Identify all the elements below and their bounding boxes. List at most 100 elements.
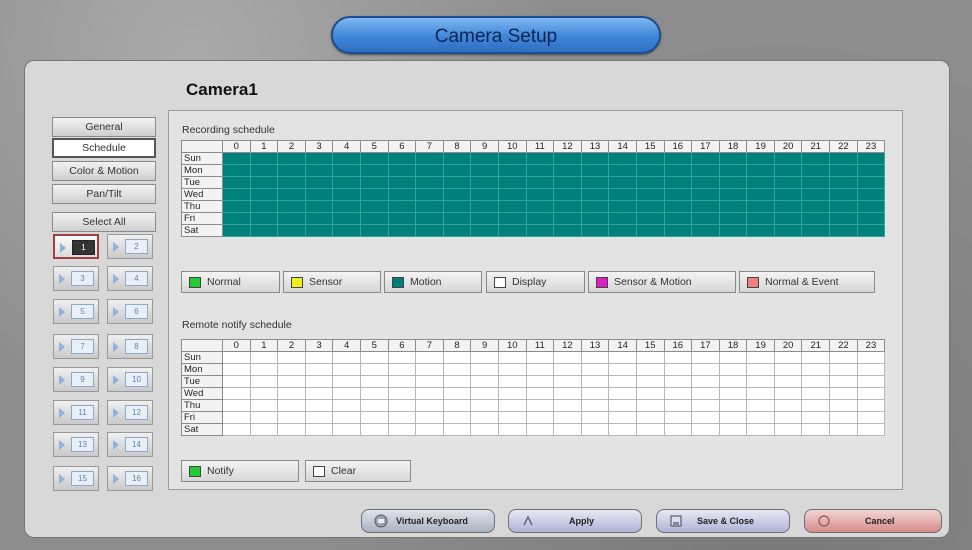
select-all-button[interactable]: Select All xyxy=(52,212,156,232)
schedule-cell[interactable] xyxy=(718,399,748,412)
schedule-cell[interactable] xyxy=(608,387,637,400)
schedule-cell[interactable] xyxy=(332,387,361,400)
hour-header[interactable]: 22 xyxy=(829,140,858,153)
schedule-cell[interactable] xyxy=(691,200,720,213)
schedule-cell[interactable] xyxy=(580,363,610,376)
schedule-cell[interactable] xyxy=(304,212,334,225)
schedule-cell[interactable] xyxy=(332,363,361,376)
hour-header[interactable]: 12 xyxy=(553,339,582,352)
schedule-cell[interactable] xyxy=(746,164,775,177)
schedule-cell[interactable] xyxy=(332,152,361,165)
schedule-cell[interactable] xyxy=(415,399,444,412)
hour-header[interactable]: 8 xyxy=(442,140,472,153)
schedule-cell[interactable] xyxy=(249,188,279,201)
hour-header[interactable]: 0 xyxy=(222,339,251,352)
schedule-cell[interactable] xyxy=(359,200,389,213)
schedule-cell[interactable] xyxy=(442,176,472,189)
schedule-cell[interactable] xyxy=(497,387,527,400)
day-label[interactable]: Sun xyxy=(181,351,223,364)
schedule-cell[interactable] xyxy=(580,423,610,436)
schedule-cell[interactable] xyxy=(387,363,417,376)
schedule-cell[interactable] xyxy=(801,387,831,400)
schedule-cell[interactable] xyxy=(829,399,858,412)
hour-header[interactable]: 7 xyxy=(415,140,444,153)
schedule-cell[interactable] xyxy=(801,188,831,201)
schedule-cell[interactable] xyxy=(773,200,803,213)
hour-header[interactable]: 6 xyxy=(387,140,417,153)
schedule-cell[interactable] xyxy=(801,363,831,376)
schedule-cell[interactable] xyxy=(718,152,748,165)
schedule-cell[interactable] xyxy=(691,152,720,165)
schedule-cell[interactable] xyxy=(608,200,637,213)
schedule-cell[interactable] xyxy=(856,399,886,412)
schedule-cell[interactable] xyxy=(249,164,279,177)
schedule-cell[interactable] xyxy=(580,399,610,412)
schedule-cell[interactable] xyxy=(387,399,417,412)
legend-motion[interactable]: Motion xyxy=(384,271,482,293)
hour-header[interactable]: 6 xyxy=(387,339,417,352)
schedule-cell[interactable] xyxy=(829,152,858,165)
schedule-cell[interactable] xyxy=(691,224,720,237)
hour-header[interactable]: 4 xyxy=(332,339,361,352)
schedule-cell[interactable] xyxy=(442,212,472,225)
schedule-cell[interactable] xyxy=(663,351,693,364)
hour-header[interactable]: 8 xyxy=(442,339,472,352)
schedule-cell[interactable] xyxy=(635,411,665,424)
schedule-cell[interactable] xyxy=(497,152,527,165)
day-label[interactable]: Thu xyxy=(181,399,223,412)
schedule-cell[interactable] xyxy=(663,152,693,165)
schedule-cell[interactable] xyxy=(856,200,886,213)
hour-header[interactable]: 23 xyxy=(856,339,886,352)
schedule-cell[interactable] xyxy=(415,164,444,177)
schedule-cell[interactable] xyxy=(332,176,361,189)
schedule-cell[interactable] xyxy=(553,411,582,424)
schedule-cell[interactable] xyxy=(801,212,831,225)
schedule-cell[interactable] xyxy=(608,375,637,388)
schedule-cell[interactable] xyxy=(580,212,610,225)
schedule-cell[interactable] xyxy=(691,387,720,400)
tab-pan-tilt[interactable]: Pan/Tilt xyxy=(52,184,156,204)
tab-schedule[interactable]: Schedule xyxy=(52,138,156,158)
schedule-cell[interactable] xyxy=(746,423,775,436)
day-label[interactable]: Mon xyxy=(181,164,223,177)
schedule-cell[interactable] xyxy=(249,399,279,412)
schedule-cell[interactable] xyxy=(525,351,555,364)
schedule-cell[interactable] xyxy=(663,423,693,436)
schedule-cell[interactable] xyxy=(746,188,775,201)
schedule-cell[interactable] xyxy=(470,411,499,424)
schedule-cell[interactable] xyxy=(304,363,334,376)
schedule-cell[interactable] xyxy=(415,152,444,165)
hour-header[interactable]: 23 xyxy=(856,140,886,153)
schedule-cell[interactable] xyxy=(553,363,582,376)
schedule-cell[interactable] xyxy=(773,375,803,388)
schedule-cell[interactable] xyxy=(387,375,417,388)
schedule-cell[interactable] xyxy=(415,200,444,213)
hour-header[interactable]: 15 xyxy=(635,140,665,153)
schedule-cell[interactable] xyxy=(553,164,582,177)
schedule-cell[interactable] xyxy=(746,375,775,388)
schedule-cell[interactable] xyxy=(718,411,748,424)
schedule-cell[interactable] xyxy=(635,399,665,412)
legend-display[interactable]: Display xyxy=(486,271,585,293)
schedule-cell[interactable] xyxy=(222,200,251,213)
camera-14-button[interactable]: 14 xyxy=(107,432,153,457)
camera-8-button[interactable]: 8 xyxy=(107,334,153,359)
hour-header[interactable]: 14 xyxy=(608,339,637,352)
schedule-cell[interactable] xyxy=(773,351,803,364)
schedule-cell[interactable] xyxy=(801,224,831,237)
hour-header[interactable]: 21 xyxy=(801,339,831,352)
schedule-cell[interactable] xyxy=(801,200,831,213)
schedule-cell[interactable] xyxy=(691,351,720,364)
schedule-cell[interactable] xyxy=(442,224,472,237)
schedule-cell[interactable] xyxy=(249,351,279,364)
schedule-cell[interactable] xyxy=(497,375,527,388)
schedule-cell[interactable] xyxy=(470,152,499,165)
schedule-cell[interactable] xyxy=(277,399,306,412)
schedule-cell[interactable] xyxy=(773,411,803,424)
schedule-cell[interactable] xyxy=(608,164,637,177)
schedule-cell[interactable] xyxy=(525,399,555,412)
schedule-cell[interactable] xyxy=(829,423,858,436)
hour-header[interactable]: 3 xyxy=(304,339,334,352)
schedule-cell[interactable] xyxy=(442,351,472,364)
schedule-cell[interactable] xyxy=(635,176,665,189)
